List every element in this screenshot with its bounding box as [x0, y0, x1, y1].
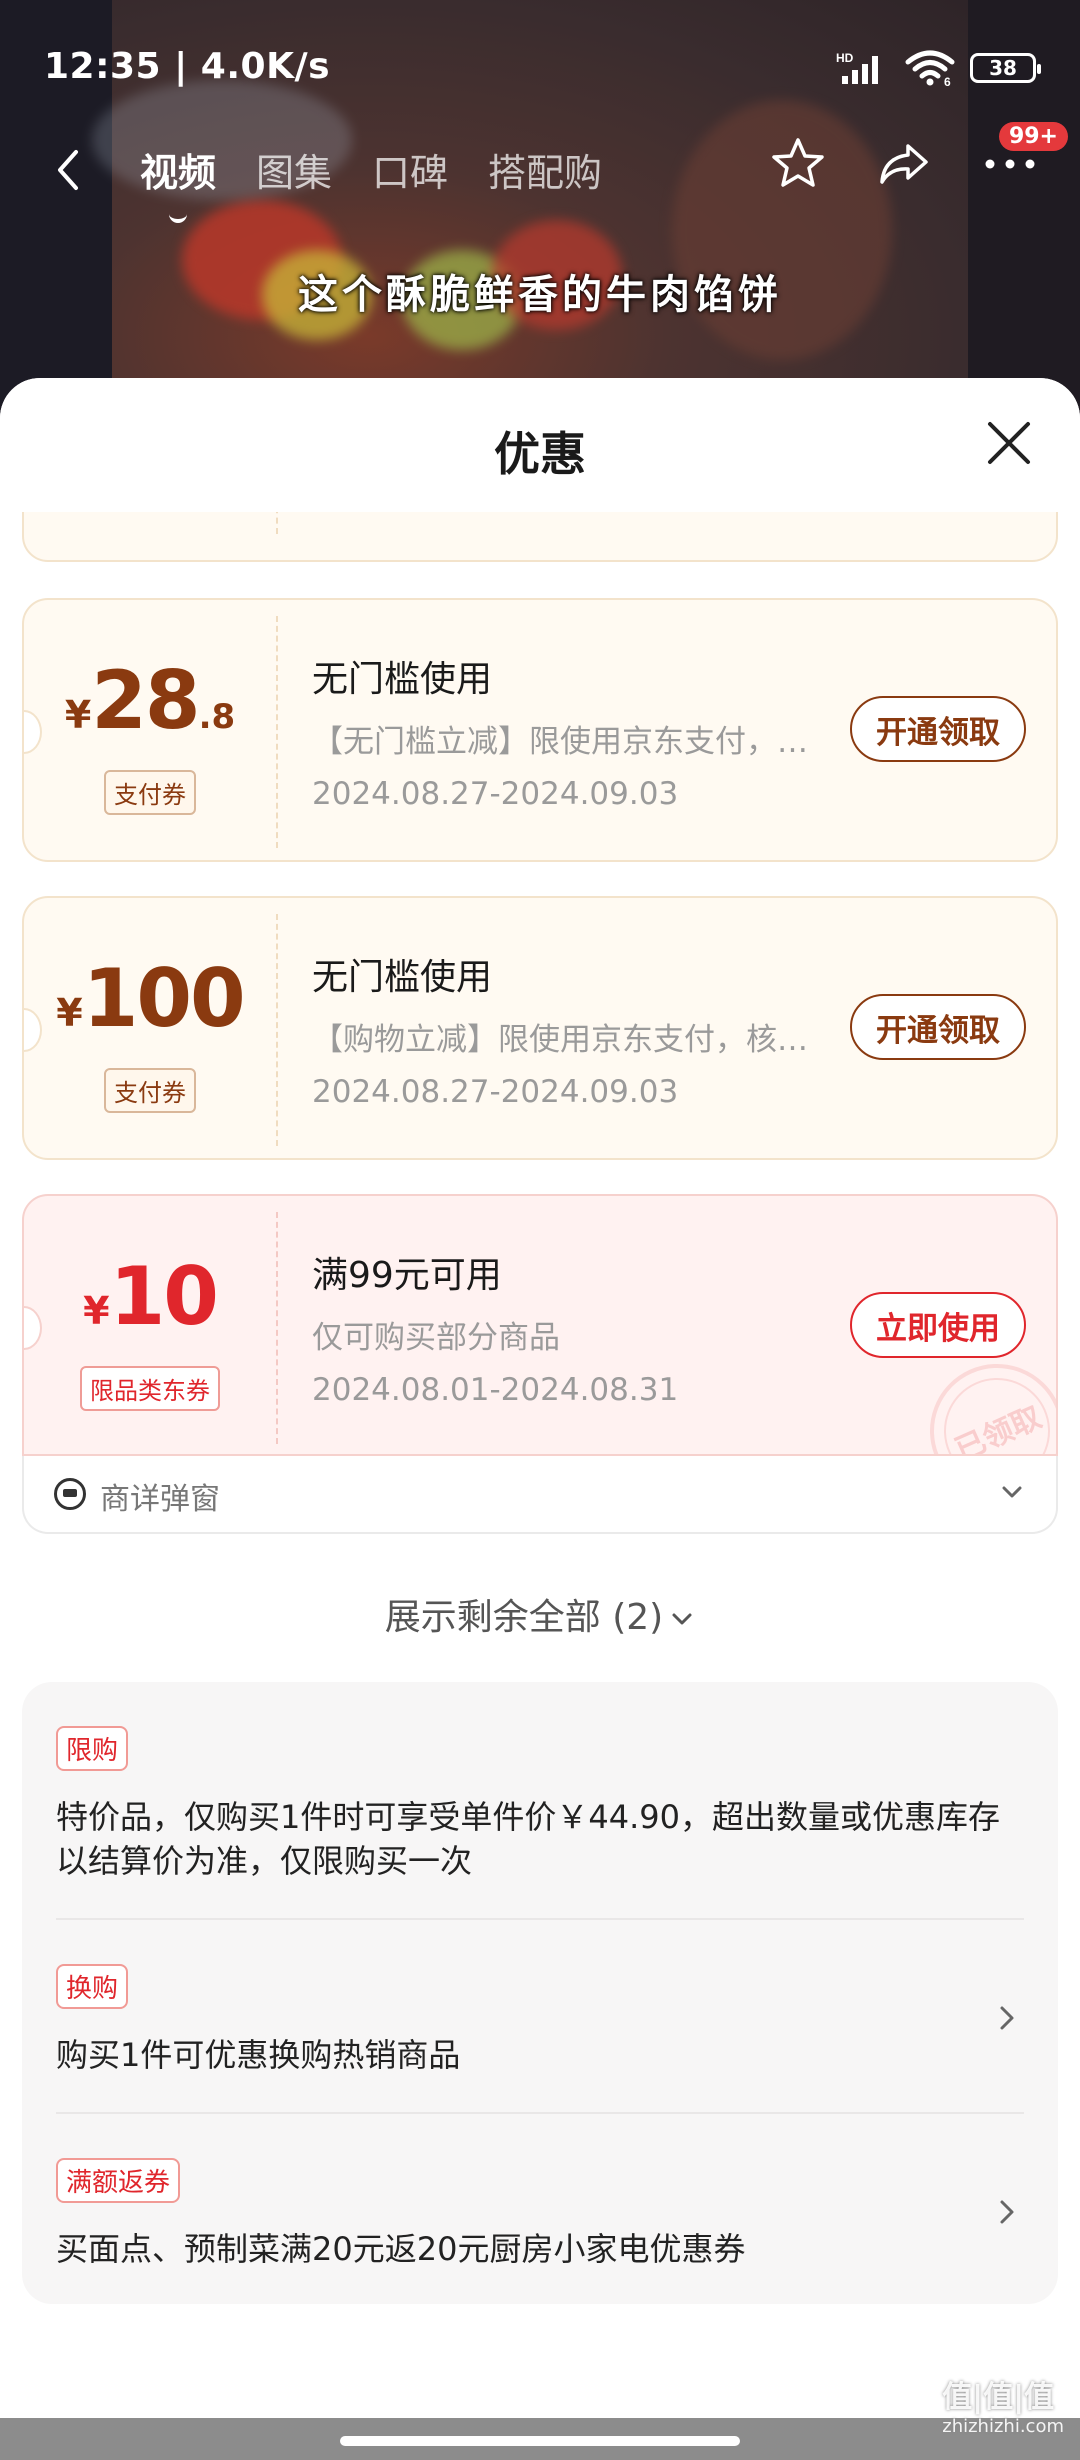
tab-gallery[interactable]: 图集: [256, 142, 332, 197]
tab-reviews[interactable]: 口碑: [372, 142, 448, 197]
show-all-label: 展示剩余全部 (2): [384, 1597, 664, 1638]
status-bar: 12:35 | 4.0K/s HD 6 38: [0, 0, 1080, 130]
coupon-desc: 【无门槛立减】限使用京东支付，核销后不可退: [312, 724, 822, 760]
coupon-title: 无门槛使用: [312, 659, 493, 700]
video-subtitle: 这个酥脆鲜香的牛肉馅饼: [298, 272, 782, 318]
nav-actions: 99+: [768, 122, 1068, 194]
coupon-date: 2024.08.27-2024.09.03: [312, 776, 679, 812]
promotion-box: 限购 特价品，仅购买1件时可享受单件价￥44.90，超出数量或优惠库存以结算价为…: [22, 1682, 1058, 2304]
promo-tag: 限购: [56, 1726, 129, 1771]
claim-button[interactable]: 开通领取: [850, 696, 1026, 762]
coupon-desc: 仅可购买部分商品: [312, 1320, 560, 1356]
video-area[interactable]: 12:35 | 4.0K/s HD 6 38 视频 图集 口碑 搭配购 99+ …: [0, 0, 1080, 420]
discount-sheet: 优惠 ¥28.8 支付券 无门槛使用 【无门槛立减】限使用京东支付，核销后不可退…: [0, 378, 1080, 2418]
battery-level: 38: [989, 56, 1017, 80]
status-icons: HD 6 38: [836, 50, 1041, 86]
battery-icon: 38: [970, 53, 1041, 83]
promo-tag: 换购: [56, 1964, 129, 2009]
coupon-card: ¥28.8 支付券 无门槛使用 【无门槛立减】限使用京东支付，核销后不可退 20…: [22, 598, 1058, 862]
status-time: 12:35 | 4.0K/s: [44, 46, 331, 87]
chevron-right-icon[interactable]: [994, 2000, 1018, 2036]
promo-text: 特价品，仅购买1件时可享受单件价￥44.90，超出数量或优惠库存以结算价为准，仅…: [56, 1798, 1000, 1880]
promo-tag: 满额返券: [56, 2158, 181, 2203]
claim-button[interactable]: 开通领取: [850, 994, 1026, 1060]
use-now-button[interactable]: 立即使用: [850, 1292, 1026, 1358]
notification-badge: 99+: [998, 122, 1068, 151]
svg-text:6: 6: [944, 75, 951, 86]
promo-item-limit: 限购 特价品，仅购买1件时可享受单件价￥44.90，超出数量或优惠库存以结算价为…: [56, 1726, 1024, 1883]
watermark-logo: 值|值|值 zhizhizhi.com: [942, 2380, 1064, 2437]
chevron-down-icon: [1002, 1486, 1022, 1498]
divider: [56, 1918, 1024, 1920]
coupon-title: 满99元可用: [312, 1255, 502, 1296]
chevron-down-icon: [672, 1613, 692, 1625]
coupon-type-tag: 支付券: [104, 770, 196, 815]
share-icon[interactable]: [874, 134, 934, 194]
more-icon: [985, 159, 1035, 169]
home-indicator[interactable]: [340, 2436, 740, 2446]
coupon-amount: ¥100: [56, 952, 245, 1045]
wifi-icon: 6: [905, 50, 955, 86]
nav-bar: 视频 图集 口碑 搭配购 99+: [0, 122, 1080, 223]
sheet-header: 优惠: [0, 378, 1080, 512]
coupon-date: 2024.08.01-2024.08.31: [312, 1372, 679, 1408]
popup-icon: [54, 1478, 86, 1510]
svg-text:HD: HD: [836, 51, 854, 65]
coupon-amount: ¥10: [83, 1250, 219, 1343]
coupon-amount: ¥28.8: [64, 654, 236, 747]
promo-item-cashback[interactable]: 满额返券 买面点、预制菜满20元返20元厨房小家电优惠券: [56, 2158, 1024, 2271]
tab-bundle[interactable]: 搭配购: [488, 142, 602, 197]
show-all-button[interactable]: 展示剩余全部 (2): [0, 1588, 1080, 1640]
chevron-right-icon[interactable]: [994, 2194, 1018, 2230]
coupon-desc: 【购物立减】限使用京东支付，核销后不可退: [312, 1022, 822, 1058]
star-icon[interactable]: [768, 134, 828, 194]
coupon-date: 2024.08.27-2024.09.03: [312, 1074, 679, 1110]
coupon-type-tag: 支付券: [104, 1068, 196, 1113]
promo-text: 买面点、预制菜满20元返20元厨房小家电优惠券: [56, 2230, 746, 2268]
close-icon[interactable]: [984, 418, 1034, 468]
coupon-list[interactable]: ¥28.8 支付券 无门槛使用 【无门槛立减】限使用京东支付，核销后不可退 20…: [0, 412, 1080, 2412]
popup-row-label: 商详弹窗: [100, 1482, 220, 1517]
promo-item-exchange[interactable]: 换购 购买1件可优惠换购热销商品: [56, 1964, 1024, 2077]
tab-video[interactable]: 视频: [140, 142, 216, 223]
divider: [56, 2112, 1024, 2114]
chevron-left-icon[interactable]: [48, 140, 88, 200]
claimed-stamp: 已领取: [908, 1342, 1056, 1454]
coupon-title: 无门槛使用: [312, 957, 493, 998]
sheet-title: 优惠: [494, 427, 586, 481]
product-popup-row[interactable]: 商详弹窗: [22, 1456, 1058, 1534]
promo-text: 购买1件可优惠换购热销商品: [56, 2036, 461, 2074]
more-button[interactable]: 99+: [980, 122, 1068, 194]
coupon-card: ¥10 限品类东券 满99元可用 仅可购买部分商品 2024.08.01-202…: [22, 1194, 1058, 1456]
coupon-card: ¥100 支付券 无门槛使用 【购物立减】限使用京东支付，核销后不可退 2024…: [22, 896, 1058, 1160]
signal-icon: HD: [836, 51, 878, 84]
nav-tabs: 视频 图集 口碑 搭配购: [140, 142, 602, 223]
coupon-type-tag: 限品类东券: [80, 1366, 220, 1411]
